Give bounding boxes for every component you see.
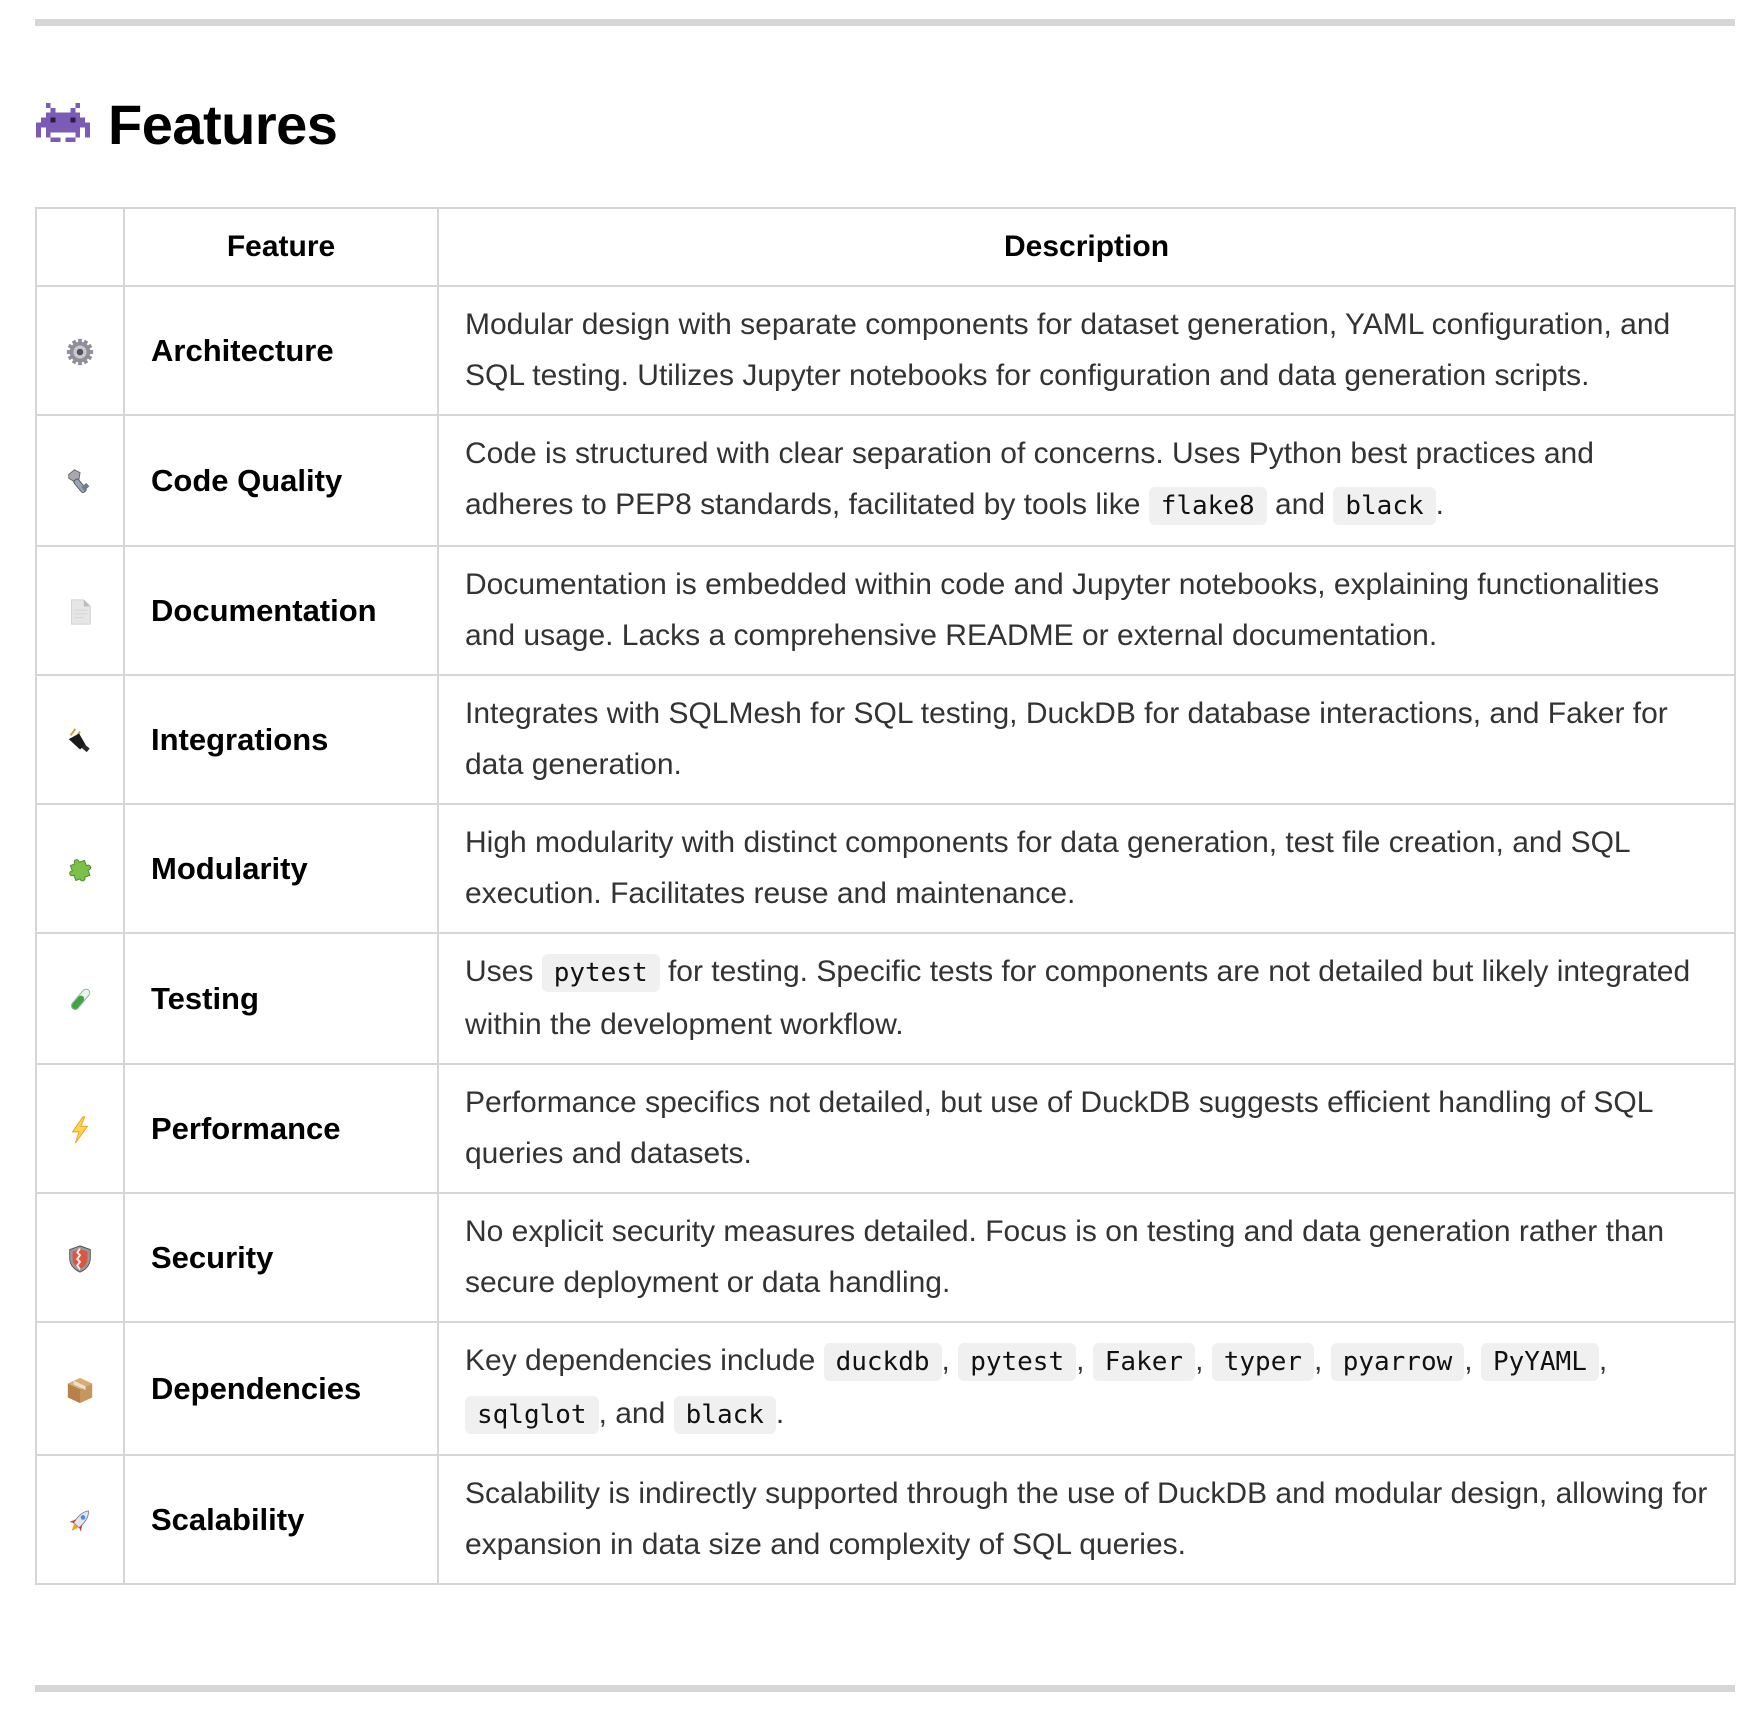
- table-row: Architecture Modular design with separate…: [35, 285, 1736, 416]
- description-text: ,: [1076, 1344, 1093, 1377]
- feature-name: Performance: [123, 1063, 439, 1194]
- document-icon: [65, 594, 95, 627]
- description-text: and: [1266, 488, 1334, 521]
- space-invader-icon: [36, 102, 90, 142]
- row-icon-cell: [35, 932, 125, 1065]
- description-text: .: [775, 1397, 785, 1430]
- feature-description: Key dependencies include duckdb, pytest,…: [437, 1321, 1736, 1456]
- table-row: Integrations Integrates with SQLMesh for …: [35, 674, 1736, 805]
- feature-name: Code Quality: [123, 414, 439, 547]
- description-text: No explicit security measures detailed. …: [465, 1215, 1665, 1299]
- plug-icon: [65, 723, 95, 756]
- row-icon-cell: [35, 1454, 125, 1585]
- description-text: Documentation is embedded within code an…: [465, 568, 1660, 652]
- description-text: Integrates with SQLMesh for SQL testing,…: [465, 697, 1668, 781]
- description-text: ,: [1314, 1344, 1331, 1377]
- description-text: Performance specifics not detailed, but …: [465, 1086, 1653, 1170]
- feature-name: Dependencies: [123, 1321, 439, 1456]
- feature-name: Integrations: [123, 674, 439, 805]
- table-row: Testing Uses pytest for testing. Specific…: [35, 932, 1736, 1065]
- header-feature: Feature: [123, 207, 439, 287]
- inline-code: sqlglot: [465, 1396, 599, 1434]
- inline-code: PyYAML: [1480, 1343, 1599, 1381]
- table-row: Security No explicit security measures de…: [35, 1192, 1736, 1323]
- table-row: Dependencies Key dependencies include duc…: [35, 1321, 1736, 1456]
- puzzle-piece-icon: [65, 852, 95, 885]
- features-table: Feature Description Architecture Modular …: [35, 207, 1736, 1585]
- table-header-row: Feature Description: [35, 207, 1736, 287]
- row-icon-cell: [35, 1192, 125, 1323]
- lightning-bolt-icon: [65, 1112, 95, 1145]
- inline-code: duckdb: [823, 1343, 942, 1381]
- description-text: ,: [1195, 1344, 1212, 1377]
- header-description: Description: [437, 207, 1736, 287]
- description-text: Scalability is indirectly supported thro…: [465, 1477, 1708, 1561]
- description-text: Uses: [465, 955, 542, 988]
- feature-description: Scalability is indirectly supported thro…: [437, 1454, 1736, 1585]
- inline-code: Faker: [1092, 1343, 1196, 1381]
- feature-description: Modular design with separate components …: [437, 285, 1736, 416]
- feature-name: Scalability: [123, 1454, 439, 1585]
- feature-description: Documentation is embedded within code an…: [437, 545, 1736, 676]
- gear-icon: [65, 334, 95, 367]
- row-icon-cell: [35, 1063, 125, 1194]
- bottom-divider: [35, 1685, 1735, 1692]
- feature-description: Integrates with SQLMesh for SQL testing,…: [437, 674, 1736, 805]
- inline-code: pyarrow: [1330, 1343, 1465, 1381]
- inline-code: black: [1333, 487, 1436, 525]
- feature-name: Architecture: [123, 285, 439, 416]
- inline-code: pytest: [541, 954, 660, 992]
- table-row: Code Quality Code is structured with clea…: [35, 414, 1736, 547]
- feature-name: Modularity: [123, 803, 439, 934]
- description-text: ,: [1598, 1344, 1608, 1377]
- row-icon-cell: [35, 545, 125, 676]
- inline-code: flake8: [1148, 487, 1267, 525]
- feature-name: Documentation: [123, 545, 439, 676]
- top-divider: [35, 19, 1735, 26]
- section-title: Features: [108, 93, 338, 156]
- test-tube-icon: [65, 982, 95, 1015]
- row-icon-cell: [35, 1321, 125, 1456]
- package-icon: [65, 1372, 95, 1405]
- table-row: Performance Performance specifics not det…: [35, 1063, 1736, 1194]
- row-icon-cell: [35, 803, 125, 934]
- description-text: ,: [941, 1344, 959, 1377]
- inline-code: typer: [1211, 1343, 1315, 1381]
- feature-description: No explicit security measures detailed. …: [437, 1192, 1736, 1323]
- inline-code: pytest: [958, 1343, 1077, 1381]
- shield-icon: [65, 1241, 95, 1274]
- row-icon-cell: [35, 285, 125, 416]
- row-icon-cell: [35, 414, 125, 547]
- rocket-icon: [65, 1503, 95, 1536]
- nut-and-bolt-icon: [65, 464, 95, 497]
- feature-description: High modularity with distinct components…: [437, 803, 1736, 934]
- description-text: ,: [1464, 1344, 1481, 1377]
- description-text: Modular design with separate components …: [465, 308, 1671, 392]
- table-row: Documentation Documentation is embedded w…: [35, 545, 1736, 676]
- description-text: .: [1435, 488, 1444, 521]
- inline-code: black: [673, 1396, 776, 1434]
- feature-name: Testing: [123, 932, 439, 1065]
- table-row: Scalability Scalability is indirectly sup…: [35, 1454, 1736, 1585]
- section-heading: Features: [36, 92, 338, 157]
- table-row: Modularity High modularity with distinct …: [35, 803, 1736, 934]
- description-text: , and: [598, 1397, 674, 1430]
- feature-description: Performance specifics not detailed, but …: [437, 1063, 1736, 1194]
- description-text: Key dependencies include: [465, 1344, 824, 1377]
- feature-description: Code is structured with clear separation…: [437, 414, 1736, 547]
- feature-name: Security: [123, 1192, 439, 1323]
- row-icon-cell: [35, 674, 125, 805]
- description-text: High modularity with distinct components…: [465, 826, 1630, 910]
- header-icon: [35, 207, 125, 287]
- feature-description: Uses pytest for testing. Specific tests …: [437, 932, 1736, 1065]
